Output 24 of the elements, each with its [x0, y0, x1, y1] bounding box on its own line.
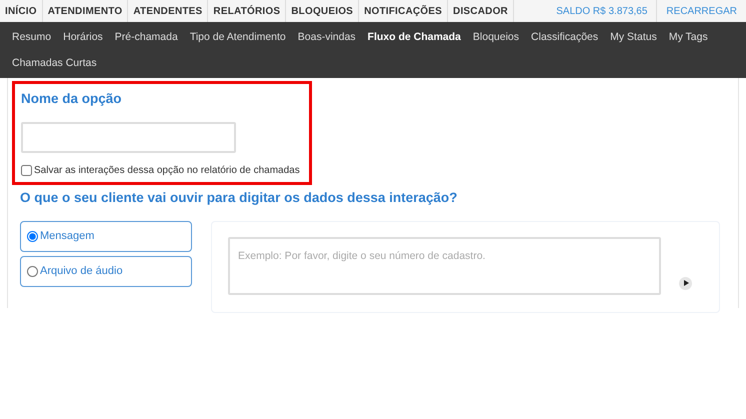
message-field[interactable]: Exemplo: Por favor, digite o seu número de cadastro. — [228, 236, 661, 294]
play-icon — [682, 280, 688, 286]
submenu-tab[interactable]: My Status — [604, 24, 663, 50]
submenu-tab[interactable]: Boas-vindas — [292, 24, 362, 50]
radio-button[interactable] — [27, 266, 38, 276]
audio-type-option[interactable]: Mensagem — [20, 220, 192, 252]
submenu-tab[interactable]: Fluxo de Chamada — [362, 24, 467, 50]
play-button[interactable] — [679, 276, 692, 290]
option-name-field[interactable] — [21, 122, 236, 154]
audio-type-option[interactable]: Arquivo de áudio — [20, 256, 192, 286]
radio-button[interactable] — [27, 230, 38, 242]
checkbox-label: Salvar as interações dessa opção no relatório de chamadas — [34, 164, 300, 178]
submenu-tab[interactable]: Tipo de Atendimento — [184, 24, 292, 50]
submenu-tab[interactable]: Resumo — [6, 24, 58, 50]
submenu-tab[interactable]: Pré-chamada — [108, 24, 184, 50]
balance-text: SALDO R$ 3.873,65 — [555, 4, 648, 18]
submenu-tab[interactable]: Bloqueios — [466, 24, 526, 50]
submenu-tab[interactable]: Horários — [57, 24, 109, 50]
section-title: O que o seu cliente vai ouvir para digitar os dados dessa interação? — [20, 189, 458, 208]
submenu-tab[interactable]: Classificações — [525, 24, 604, 50]
submenu-tab[interactable]: Chamadas Curtas — [6, 50, 103, 76]
save-checkbox[interactable] — [21, 165, 32, 176]
submenu-tab[interactable]: My Tags — [662, 24, 714, 50]
section-title: Nome da opção — [21, 90, 123, 108]
